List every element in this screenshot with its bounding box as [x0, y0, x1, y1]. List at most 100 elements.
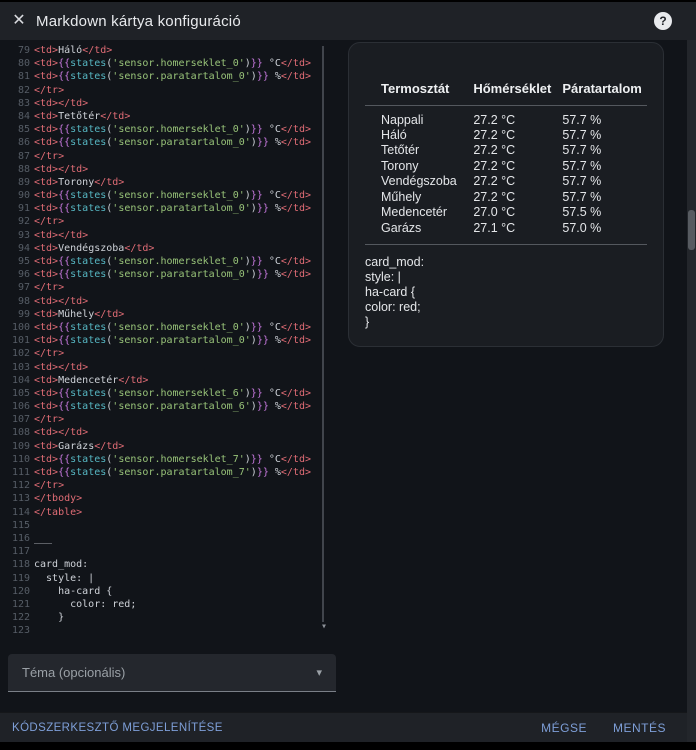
code-line: 113 </tbody>: [8, 492, 336, 505]
code-line: 79 <td>Háló</td>: [8, 44, 336, 57]
code-text: }: [34, 612, 65, 624]
line-number: 88: [17, 163, 30, 175]
line-number: 96: [17, 269, 30, 281]
window-scrollbar[interactable]: [687, 40, 696, 742]
code-line: 98 <td></td>: [8, 295, 336, 308]
code-line: 105 <td>{{states('sensor.homerseklet_6')}…: [8, 387, 336, 400]
line-number: 114: [11, 506, 30, 518]
preview-code-line: ha-card {: [365, 284, 416, 299]
line-number: 118: [11, 559, 30, 571]
code-line: 101 <td>{{states('sensor.paratartalom_0')…: [8, 334, 336, 347]
code-line: 119 style: |: [8, 572, 336, 585]
code-text: </tr>: [34, 480, 65, 492]
line-number: 106: [11, 401, 30, 413]
preview-cell: 27.2 °C: [473, 189, 516, 204]
code-line: 87 </tr>: [8, 150, 336, 163]
show-code-editor-button[interactable]: KÓDSZERKESZTŐ MEGJELENÍTÉSE: [12, 722, 223, 734]
code-line: 107 </tr>: [8, 413, 336, 426]
code-line: 85 <td>{{states('sensor.homerseklet_0')}}…: [8, 123, 336, 136]
code-line: 121 color: red;: [8, 598, 336, 611]
preview-cell: 27.2 °C: [473, 174, 516, 189]
code-line: 116 ___: [8, 532, 336, 545]
code-text: <td>{{states('sensor.homerseklet_7')}} °…: [34, 453, 311, 465]
code-line: 100 <td>{{states('sensor.homerseklet_0')}…: [8, 321, 336, 334]
code-editor[interactable]: 79 <td>Háló</td> 80 <td>{{states('sensor.ho…: [8, 44, 336, 638]
preview-cell: 57.7 %: [562, 127, 602, 142]
code-text: <td>{{states('sensor.paratartalom_0')}} …: [34, 335, 312, 347]
preview-table-row: Vendégszoba 27.2 °C 57.7 %: [365, 174, 647, 190]
code-text: <td></td>: [34, 361, 89, 373]
close-icon[interactable]: ✕: [10, 9, 28, 33]
line-number: 98: [17, 295, 30, 307]
code-line: 111 <td>{{states('sensor.paratartalom_7')…: [8, 466, 336, 479]
line-number: 104: [11, 374, 30, 386]
preview-cell: 27.2 °C: [473, 127, 516, 142]
preview-cell: Vendégszoba: [381, 174, 457, 189]
chevron-down-icon: ▾: [316, 667, 322, 679]
code-line: 110 <td>{{states('sensor.homerseklet_7')}…: [8, 453, 336, 466]
code-text: </tr>: [34, 348, 65, 360]
line-number: 111: [11, 467, 30, 478]
code-text: <td>{{states('sensor.paratartalom_0')}} …: [34, 203, 312, 215]
code-line: 86 <td>{{states('sensor.paratartalom_0')}…: [8, 136, 336, 149]
code-text: <td>Garázs</td>: [34, 440, 125, 452]
cancel-button[interactable]: MÉGSE: [541, 721, 587, 735]
code-line: 94 <td>Vendégszoba</td>: [8, 242, 336, 255]
save-button[interactable]: MENTÉS: [613, 721, 666, 735]
line-number: 99: [17, 308, 30, 320]
code-line: 106 <td>{{states('sensor.paratartalom_6')…: [8, 400, 336, 413]
code-line: 104 <td>Medencetér</td>: [8, 374, 336, 387]
code-text: <td>Torony</td>: [34, 176, 125, 188]
code-text: </table>: [34, 506, 83, 518]
preview-cell: 27.0 °C: [473, 205, 516, 220]
window-scrollbar-thumb[interactable]: [688, 210, 695, 250]
preview-code-block: card_mod: style: | ha-card {color: red;}: [365, 255, 647, 330]
preview-column-header: Termosztát: [365, 81, 470, 106]
preview-cell: 57.0 %: [562, 220, 602, 235]
code-line: 80 <td>{{states('sensor.homerseklet_0')}}…: [8, 57, 336, 70]
preview-table: Termosztát Hőmérséklet Páratartalom Nappal…: [365, 81, 647, 236]
code-text: <td>{{states('sensor.paratartalom_0')}} …: [34, 71, 312, 83]
code-text: color: red;: [34, 598, 137, 610]
line-number: 122: [11, 612, 30, 624]
editor-scrollbar[interactable]: [322, 46, 324, 622]
code-text: <td>{{states('sensor.paratartalom_0')}} …: [34, 269, 312, 281]
code-text: <td>{{states('sensor.homerseklet_0')}} °…: [34, 256, 311, 267]
preview-table-row: Műhely 27.2 °C 57.7 %: [365, 189, 647, 205]
line-number: 105: [11, 387, 30, 399]
preview-table-row: Torony 27.2 °C 57.7 %: [365, 158, 647, 174]
preview-divider: [365, 243, 647, 245]
code-line: 102 </tr>: [8, 347, 336, 360]
line-number: 94: [17, 242, 30, 254]
preview-table-row: Medencetér 27.0 °C 57.5 %: [365, 205, 647, 221]
code-line: 95 <td>{{states('sensor.homerseklet_0')}}…: [8, 255, 336, 268]
code-line: 89 <td>Torony</td>: [8, 176, 336, 189]
preview-code-line: }: [365, 314, 370, 329]
code-text: </tr>: [34, 150, 65, 162]
help-icon[interactable]: ?: [654, 12, 672, 30]
code-text: </tr>: [34, 414, 65, 426]
line-number: 123: [11, 625, 30, 637]
markdown-card-config-dialog: ✕ Markdown kártya konfiguráció ? 79 <td>H…: [0, 0, 696, 750]
code-text: <td>{{states('sensor.homerseklet_0')}} °…: [34, 124, 311, 136]
scroll-down-icon[interactable]: ▾: [316, 620, 332, 634]
line-number: 108: [11, 427, 30, 439]
line-number: 85: [17, 124, 30, 136]
code-text: style: |: [34, 572, 95, 584]
code-text: <td>Műhely</td>: [34, 308, 125, 320]
line-number: 84: [17, 110, 30, 122]
code-line: 112 </tr>: [8, 479, 336, 492]
line-number: 97: [17, 282, 30, 294]
code-line: 99 <td>Műhely</td>: [8, 308, 336, 321]
dialog-header: ✕ Markdown kártya konfiguráció ?: [0, 2, 696, 40]
dialog-title: Markdown kártya konfiguráció: [36, 12, 241, 30]
preview-table-row: Nappali 27.2 °C 57.7 %: [365, 106, 647, 127]
code-line: 115: [8, 519, 336, 532]
code-text: <td></td>: [34, 163, 89, 175]
code-text: </tr>: [34, 282, 65, 294]
line-number: 107: [11, 414, 30, 426]
theme-select[interactable]: Téma (opcionális) ▾: [8, 654, 336, 692]
bottom-edge: [0, 742, 696, 750]
code-text: <td>{{states('sensor.homerseklet_0')}} °…: [34, 190, 311, 202]
line-number: 93: [17, 229, 30, 241]
